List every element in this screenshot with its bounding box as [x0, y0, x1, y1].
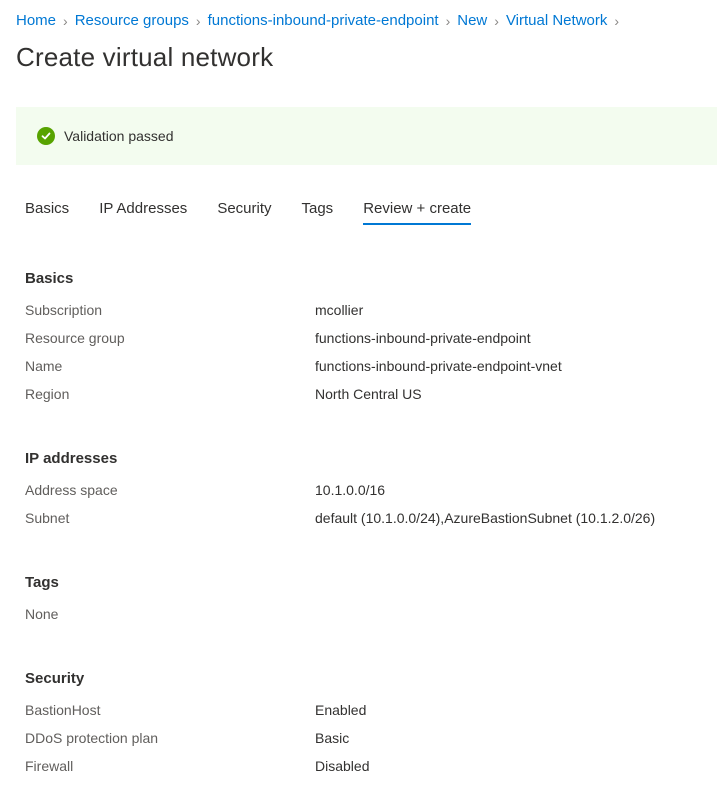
row-value: functions-inbound-private-endpoint — [315, 330, 531, 346]
summary-row: Name functions-inbound-private-endpoint-… — [25, 352, 705, 380]
section-title: Security — [25, 670, 85, 687]
chevron-right-icon: › — [614, 12, 620, 29]
breadcrumb-resource-groups[interactable]: Resource groups — [75, 12, 189, 29]
summary-row: Address space 10.1.0.0/16 — [25, 476, 705, 504]
row-label: Firewall — [25, 758, 74, 774]
page-title: Create virtual network — [16, 42, 274, 72]
row-value: 10.1.0.0/16 — [315, 482, 386, 498]
tab-tags[interactable]: Tags — [302, 200, 334, 225]
row-label: BastionHost — [25, 702, 101, 718]
row-label: Name — [25, 358, 63, 374]
tags-none-text: None — [25, 606, 59, 622]
security-section: Security BastionHost Enabled DDoS protec… — [25, 666, 705, 780]
breadcrumb-virtual-network[interactable]: Virtual Network — [506, 12, 607, 29]
basics-section: Basics Subscription mcollier Resource gr… — [25, 266, 705, 408]
summary-row: DDoS protection plan Basic — [25, 724, 705, 752]
tab-basics[interactable]: Basics — [25, 200, 69, 225]
row-value: functions-inbound-private-endpoint-vnet — [315, 358, 562, 374]
check-circle-icon — [37, 127, 55, 145]
row-label: Subnet — [25, 510, 70, 526]
breadcrumb-new[interactable]: New — [457, 12, 487, 29]
summary-row: Firewall Disabled — [25, 752, 705, 780]
row-label: Address space — [25, 482, 118, 498]
row-value: mcollier — [315, 302, 364, 318]
row-value: default (10.1.0.0/24),AzureBastionSubnet… — [315, 510, 656, 526]
row-value: Enabled — [315, 702, 367, 718]
chevron-right-icon: › — [494, 12, 499, 29]
ip-addresses-section: IP addresses Address space 10.1.0.0/16 S… — [25, 446, 705, 532]
chevron-right-icon: › — [445, 12, 451, 29]
tags-section: Tags None — [25, 570, 705, 628]
row-label: DDoS protection plan — [25, 730, 159, 746]
validation-banner: Validation passed — [16, 107, 717, 165]
tab-review-create[interactable]: Review + create — [363, 200, 471, 225]
wizard-tabs: Basics IP Addresses Security Tags Review… — [25, 200, 501, 225]
breadcrumb-resource-group[interactable]: functions-inbound-private-endpoint — [208, 12, 439, 29]
section-title: Tags — [25, 574, 59, 591]
row-label: Subscription — [25, 302, 103, 318]
row-label: Region — [25, 386, 70, 402]
row-value: Basic — [315, 730, 350, 746]
summary-row: BastionHost Enabled — [25, 696, 705, 724]
chevron-right-icon: › — [195, 12, 201, 29]
validation-status-text: Validation passed — [64, 128, 174, 144]
summary-row: Region North Central US — [25, 380, 705, 408]
section-title: Basics — [25, 270, 74, 287]
section-title: IP addresses — [25, 450, 118, 467]
summary-row: Resource group functions-inbound-private… — [25, 324, 705, 352]
chevron-right-icon: › — [63, 12, 68, 29]
tab-security[interactable]: Security — [217, 200, 271, 225]
row-value: North Central US — [315, 386, 422, 402]
row-label: Resource group — [25, 330, 125, 346]
breadcrumb-home[interactable]: Home — [16, 12, 56, 29]
summary-row: Subscription mcollier — [25, 296, 705, 324]
breadcrumb: Home › Resource groups › functions-inbou… — [16, 12, 626, 29]
row-value: Disabled — [315, 758, 370, 774]
summary-row: Subnet default (10.1.0.0/24),AzureBastio… — [25, 504, 705, 532]
tab-ip-addresses[interactable]: IP Addresses — [99, 200, 187, 225]
